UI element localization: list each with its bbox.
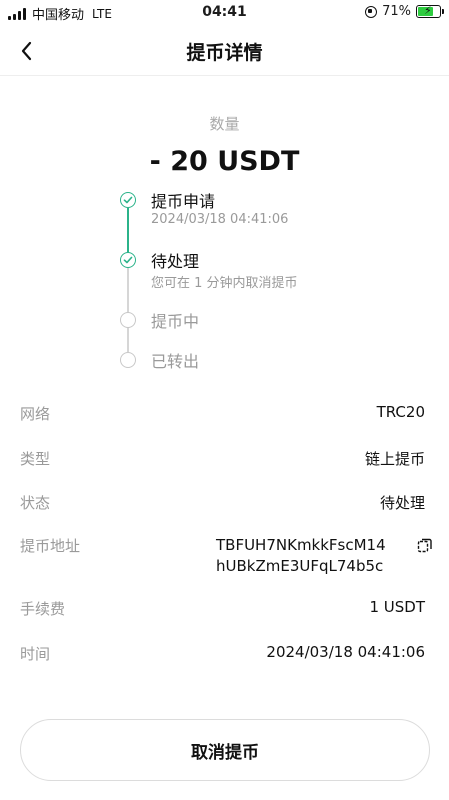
detail-label: 提币地址 xyxy=(20,537,81,555)
detail-label: 状态 xyxy=(20,494,51,512)
detail-row-fee: 手续费 1 USDT xyxy=(20,598,425,622)
timeline-step-title: 提币申请 xyxy=(151,192,216,211)
amount-label: 数量 xyxy=(209,115,240,133)
check-circle-icon xyxy=(120,192,136,208)
status-bar: 中国移动 LTE 04:41 71% ⚡ xyxy=(0,0,449,26)
timeline-connector-pending xyxy=(127,268,129,352)
detail-value: 1 USDT xyxy=(369,598,425,616)
page-title: 提币详情 xyxy=(186,42,263,64)
check-circle-icon xyxy=(120,252,136,268)
detail-row-address: 提币地址 TBFUH7NKmkkFscM14 hUBkZmE3UFqL74b5c xyxy=(20,535,432,581)
detail-label: 网络 xyxy=(20,405,51,423)
amount-value: - 20 USDT xyxy=(149,146,300,177)
empty-circle-icon xyxy=(120,312,136,328)
detail-label: 手续费 xyxy=(20,600,66,618)
nav-bar: 提币详情 xyxy=(0,26,449,76)
address-line-1: TBFUH7NKmkkFscM14 xyxy=(216,536,386,554)
detail-value: 待处理 xyxy=(379,494,425,512)
timeline-step-title: 待处理 xyxy=(151,252,200,271)
battery-icon: ⚡ xyxy=(416,4,444,18)
cancel-withdrawal-button[interactable]: 取消提币 xyxy=(20,719,430,781)
status-right: 71% ⚡ xyxy=(365,4,444,19)
timeline-step-title: 提币中 xyxy=(151,312,200,331)
detail-row-network: 网络 TRC20 xyxy=(20,403,425,427)
battery-percent: 71% xyxy=(382,4,411,19)
progress-timeline: 提币申请 2024/03/18 04:41:06 待处理 您可在 1 分钟内取消… xyxy=(118,188,418,378)
orientation-lock-icon xyxy=(365,5,378,18)
detail-row-time: 时间 2024/03/18 04:41:06 xyxy=(20,643,425,667)
detail-value: 2024/03/18 04:41:06 xyxy=(266,643,425,661)
detail-row-type: 类型 链上提币 xyxy=(20,448,425,472)
copy-icon[interactable] xyxy=(417,537,433,553)
timeline-step-subtitle: 2024/03/18 04:41:06 xyxy=(151,212,289,227)
detail-label: 时间 xyxy=(20,645,51,663)
empty-circle-icon xyxy=(120,352,136,368)
detail-label: 类型 xyxy=(20,450,51,468)
detail-value: 链上提币 xyxy=(364,450,425,468)
address-value: TBFUH7NKmkkFscM14 hUBkZmE3UFqL74b5c xyxy=(216,535,432,577)
charging-bolt-icon: ⚡ xyxy=(424,4,432,17)
timeline-step-subtitle: 您可在 1 分钟内取消提币 xyxy=(151,276,298,291)
address-line-2: hUBkZmE3UFqL74b5c xyxy=(216,557,384,575)
detail-value: TRC20 xyxy=(376,403,425,421)
detail-row-status: 状态 待处理 xyxy=(20,492,425,516)
timeline-step-title: 已转出 xyxy=(151,352,200,371)
